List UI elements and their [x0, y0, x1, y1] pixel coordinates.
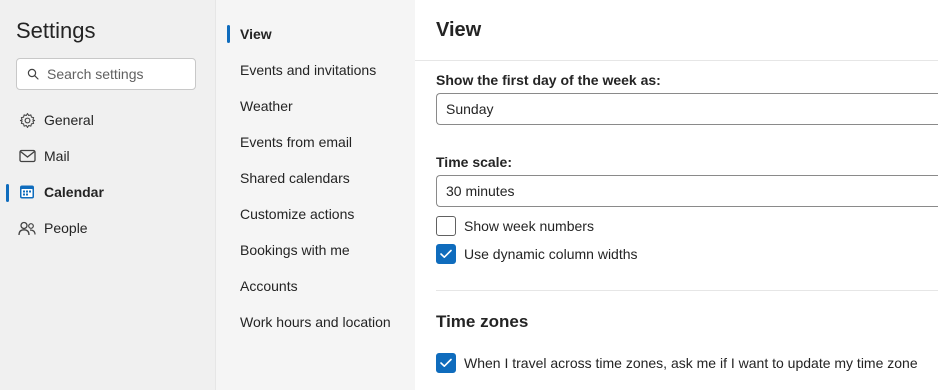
subnav-label: View	[240, 26, 272, 42]
travel-time-zone-label: When I travel across time zones, ask me …	[464, 355, 918, 371]
subnav-events-and-invitations[interactable]: Events and invitations	[216, 52, 416, 88]
divider	[436, 290, 938, 291]
show-week-numbers-option[interactable]: Show week numbers	[436, 216, 594, 236]
subnav-label: Weather	[240, 98, 293, 114]
divider	[415, 60, 938, 61]
search-box[interactable]	[16, 58, 196, 90]
subnav-work-hours-and-location[interactable]: Work hours and location	[216, 304, 416, 340]
subnav-customize-actions[interactable]: Customize actions	[216, 196, 416, 232]
search-input[interactable]	[47, 66, 187, 82]
subnav-label: Work hours and location	[240, 314, 391, 330]
dynamic-column-widths-label: Use dynamic column widths	[464, 246, 638, 262]
category-label: Mail	[44, 148, 70, 164]
subnav-accounts[interactable]: Accounts	[216, 268, 416, 304]
first-day-label: Show the first day of the week as:	[436, 72, 661, 88]
subnav-label: Accounts	[240, 278, 298, 294]
time-scale-dropdown[interactable]: 30 minutes	[436, 175, 938, 207]
checkmark-icon	[440, 358, 452, 367]
view-settings-panel: View Show the first day of the week as: …	[415, 0, 938, 390]
first-day-dropdown[interactable]: Sunday	[436, 93, 938, 125]
settings-category-nav: Settings General Mail	[0, 0, 215, 390]
dynamic-column-widths-checkbox[interactable]	[436, 244, 456, 264]
people-icon	[18, 219, 36, 237]
calendar-icon	[18, 183, 36, 201]
time-scale-value: 30 minutes	[446, 183, 515, 199]
subnav-label: Bookings with me	[240, 242, 350, 258]
show-week-numbers-checkbox[interactable]	[436, 216, 456, 236]
subnav-label: Events from email	[240, 134, 353, 150]
subnav-events-from-email[interactable]: Events from email	[216, 124, 416, 160]
checkmark-icon	[440, 249, 452, 258]
subnav-view[interactable]: View	[216, 16, 416, 52]
travel-time-zone-checkbox[interactable]	[436, 353, 456, 373]
travel-time-zone-option[interactable]: When I travel across time zones, ask me …	[436, 353, 918, 373]
subnav-shared-calendars[interactable]: Shared calendars	[216, 160, 416, 196]
subnav-bookings-with-me[interactable]: Bookings with me	[216, 232, 416, 268]
category-general[interactable]: General	[0, 102, 215, 138]
show-week-numbers-label: Show week numbers	[464, 218, 594, 234]
subnav-label: Events and invitations	[240, 62, 377, 78]
category-people[interactable]: People	[0, 210, 215, 246]
mail-icon	[18, 147, 36, 165]
active-indicator	[6, 184, 9, 202]
settings-title: Settings	[16, 18, 96, 43]
time-scale-label: Time scale:	[436, 154, 513, 170]
time-zones-heading: Time zones	[436, 312, 529, 331]
category-label: Calendar	[44, 184, 104, 200]
category-calendar[interactable]: Calendar	[0, 174, 215, 210]
search-icon	[27, 68, 39, 80]
calendar-subnav: View Events and invitations Weather Even…	[215, 0, 415, 390]
category-mail[interactable]: Mail	[0, 138, 215, 174]
dynamic-column-widths-option[interactable]: Use dynamic column widths	[436, 244, 638, 264]
subnav-weather[interactable]: Weather	[216, 88, 416, 124]
category-label: People	[44, 220, 88, 236]
page-title: View	[436, 19, 482, 41]
gear-icon	[18, 111, 36, 129]
subnav-label: Shared calendars	[240, 170, 350, 186]
category-label: General	[44, 112, 94, 128]
first-day-value: Sunday	[446, 101, 494, 117]
active-indicator	[227, 25, 230, 43]
subnav-label: Customize actions	[240, 206, 355, 222]
